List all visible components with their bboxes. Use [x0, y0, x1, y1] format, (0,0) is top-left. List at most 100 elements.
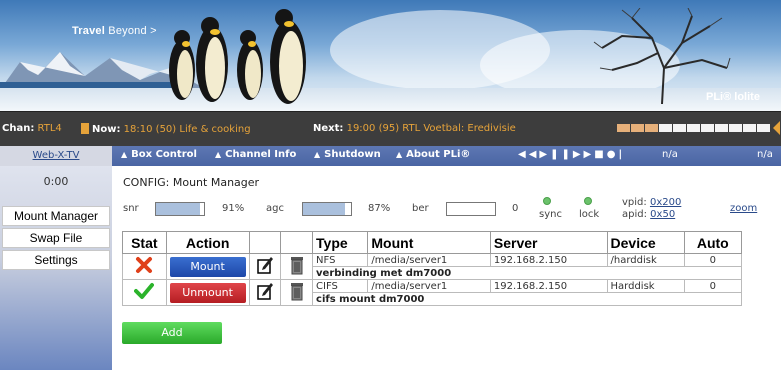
record-icon[interactable]: ● [607, 149, 619, 160]
ber-label: ber [412, 203, 429, 214]
delete-cell [280, 253, 314, 280]
lock-label: lock [579, 209, 600, 220]
snr-value: 91% [222, 203, 245, 214]
sidebar: 0:00 Mount Manager Swap File Settings [0, 166, 112, 370]
progress-segment [701, 124, 714, 132]
nav-about-pli[interactable]: ▲ About PLi® [396, 149, 470, 160]
sidebar-item-settings[interactable]: Settings [2, 250, 110, 270]
unmount-button[interactable]: Unmount [169, 282, 246, 303]
edit-icon[interactable] [256, 255, 274, 275]
vpid-info: vpid: 0x200 [622, 197, 682, 208]
mounts-table: Stat Action Type Mount Server Device Aut… [122, 231, 743, 306]
row-note: verbinding met dm7000 [312, 266, 742, 280]
channel-name: RTL4 [37, 123, 62, 134]
table-row: Mount NFS /media/server1 192.168.2.150 /… [122, 253, 743, 280]
edit-icon[interactable] [256, 281, 274, 301]
apid-link[interactable]: 0x50 [650, 209, 675, 220]
auto-cell: 0 [683, 279, 743, 293]
progress-segment [659, 124, 672, 132]
progress-segment [617, 124, 630, 132]
col-header-edit [248, 231, 282, 254]
table-row: Unmount CIFS /media/server1 192.168.2.15… [122, 279, 743, 306]
ber-meter [446, 202, 496, 216]
edit-cell [248, 279, 282, 306]
progress-segment [631, 124, 644, 132]
table-header-row: Stat Action Type Mount Server Device Aut… [122, 231, 743, 254]
sidebar-item-swap-file[interactable]: Swap File [2, 228, 110, 248]
type-cell: CIFS [312, 279, 369, 293]
nav-bar: Web-X-TV ▲ Box Control ▲ Channel Info ▲ Shu… [0, 146, 781, 166]
mount-button[interactable]: Mount [169, 256, 246, 277]
next-info: Next: 19:00 (95) RTL Voetbal: Eredivisie [313, 123, 516, 134]
pause-icon[interactable]: ❚❚ [550, 149, 573, 160]
agc-meter [302, 202, 352, 216]
col-header-type: Type [312, 231, 369, 254]
clock: 0:00 [43, 175, 69, 188]
divider-icon: | [618, 149, 626, 160]
edit-cell [248, 253, 282, 280]
progress-segment [645, 124, 658, 132]
tree-graphic [593, 8, 731, 104]
triangle-icon: ▲ [396, 150, 403, 159]
add-button[interactable]: Add [122, 322, 222, 344]
snr-label: snr [123, 203, 139, 214]
progress-segment [743, 124, 756, 132]
row-note: cifs mount dm7000 [312, 292, 742, 306]
error-x-icon [136, 257, 153, 273]
mount-cell: /media/server1 [367, 279, 491, 293]
progress-segment [729, 124, 742, 132]
zoom-link[interactable]: zoom [730, 203, 757, 214]
type-cell: NFS [312, 253, 369, 267]
status-cell [122, 253, 167, 280]
ok-check-icon [134, 283, 155, 299]
triangle-icon: ▲ [121, 150, 128, 159]
sidebar-item-mount-manager[interactable]: Mount Manager [2, 206, 110, 226]
server-cell: 192.168.2.150 [489, 279, 608, 293]
ber-value: 0 [512, 203, 519, 214]
auto-cell: 0 [683, 253, 743, 267]
page-title: CONFIG: Mount Manager [123, 176, 260, 189]
device-cell: /harddisk [606, 253, 685, 267]
webx-tv-link[interactable]: Web-X-TV [0, 146, 112, 166]
mount-cell: /media/server1 [367, 253, 491, 267]
progress-segment [687, 124, 700, 132]
col-header-server: Server [489, 231, 608, 254]
delete-cell [280, 279, 314, 306]
triangle-icon: ▲ [215, 150, 222, 159]
agc-value: 87% [368, 203, 391, 214]
status-cell [122, 279, 167, 306]
nav-channel-info[interactable]: ▲ Channel Info [215, 149, 296, 160]
triangle-icon: ▲ [314, 150, 321, 159]
playback-controls: ◀◀▶❚❚▶▶■●| [518, 149, 625, 160]
main-content: CONFIG: Mount Manager snr 91% agc 87% be… [112, 166, 781, 370]
status-na-right: n/a [757, 149, 773, 160]
trash-icon[interactable] [289, 255, 305, 275]
progress-arrow-icon [773, 121, 780, 135]
progress-segment [757, 124, 770, 132]
header-banner: Travel Beyond > PLi® lolite [0, 0, 781, 112]
now-program: 18:10 (50) Life & cooking [123, 124, 251, 135]
col-header-stat: Stat [122, 231, 167, 254]
nav-shutdown[interactable]: ▲ Shutdown [314, 149, 381, 160]
lock-indicator [584, 197, 592, 205]
fast-forward-icon[interactable]: ▶▶ [573, 149, 594, 160]
program-progress-bar [617, 124, 770, 132]
progress-segment [673, 124, 686, 132]
device-cell: Harddisk [606, 279, 685, 293]
server-cell: 192.168.2.150 [489, 253, 608, 267]
now-info: Now: 18:10 (50) Life & cooking [81, 123, 251, 135]
col-header-delete [280, 231, 314, 254]
snr-meter [155, 202, 205, 216]
apid-info: apid: 0x50 [622, 209, 676, 220]
vpid-link[interactable]: 0x200 [650, 197, 681, 208]
tv-icon [81, 123, 89, 134]
sync-indicator [543, 197, 551, 205]
nav-box-control[interactable]: ▲ Box Control [121, 149, 197, 160]
col-header-device: Device [606, 231, 685, 254]
trash-icon[interactable] [289, 281, 305, 301]
play-icon[interactable]: ▶ [539, 149, 550, 160]
sync-label: sync [539, 209, 562, 220]
rewind-icon[interactable]: ◀◀ [518, 149, 539, 160]
stop-icon[interactable]: ■ [594, 149, 606, 160]
pli-logo: PLi® lolite [706, 91, 760, 103]
